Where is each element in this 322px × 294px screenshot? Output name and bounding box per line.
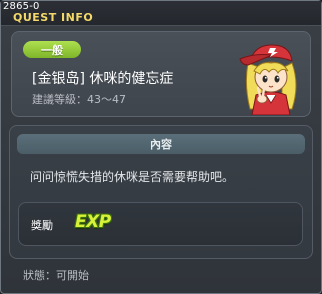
quest-info-window: 2865-0 QUEST INFO 一般 [金银岛] 休咪的健忘症 建議等級：4… xyxy=(0,0,322,294)
reward-panel: 獎勵 EXP xyxy=(18,202,303,246)
recommended-level: 建議等級：43～47 xyxy=(32,93,126,106)
quest-description: 问问惊慌失措的休咪是否需要帮助吧。 xyxy=(30,170,235,184)
content-panel: 內容 问问惊慌失措的休咪是否需要帮助吧。 獎勵 EXP xyxy=(9,125,313,259)
window-title: QUEST INFO xyxy=(13,11,94,24)
reward-label: 獎勵 xyxy=(31,219,53,232)
title-bar[interactable]: 2865-0 QUEST INFO xyxy=(1,1,321,26)
exp-icon: EXP xyxy=(75,212,111,232)
category-badge: 一般 xyxy=(23,41,81,58)
content-header: 內容 xyxy=(17,134,305,154)
quest-status: 狀態：可開始 xyxy=(23,269,89,282)
quest-header-panel: 一般 [金银岛] 休咪的健忘症 建議等級：43～47 xyxy=(11,31,311,117)
npc-portrait-icon xyxy=(239,44,297,115)
quest-name: [金银岛] 休咪的健忘症 xyxy=(32,71,174,87)
